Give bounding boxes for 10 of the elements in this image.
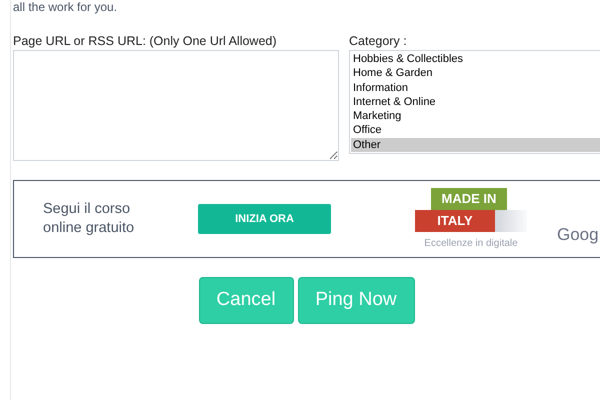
- brand-text: Goog: [557, 224, 599, 246]
- url-input-field[interactable]: [13, 50, 339, 161]
- intro-text: all the work for you.: [13, 0, 118, 14]
- category-listbox[interactable]: Hobbies & Collectibles Home & Garden Information Internet & Online Marketing Office Other: [349, 50, 600, 154]
- ad-text: Segui il corso online gratuito: [43, 200, 136, 238]
- made-in-italy-logo: MADE IN ITALY: [415, 188, 527, 232]
- field-label: Category :: [349, 33, 408, 50]
- field-label: Page URL or RSS URL: (Only One Url Allowed): [13, 33, 278, 50]
- logo-caption: Eccellenze in digitale: [424, 236, 518, 250]
- category-option[interactable]: Other: [351, 138, 600, 152]
